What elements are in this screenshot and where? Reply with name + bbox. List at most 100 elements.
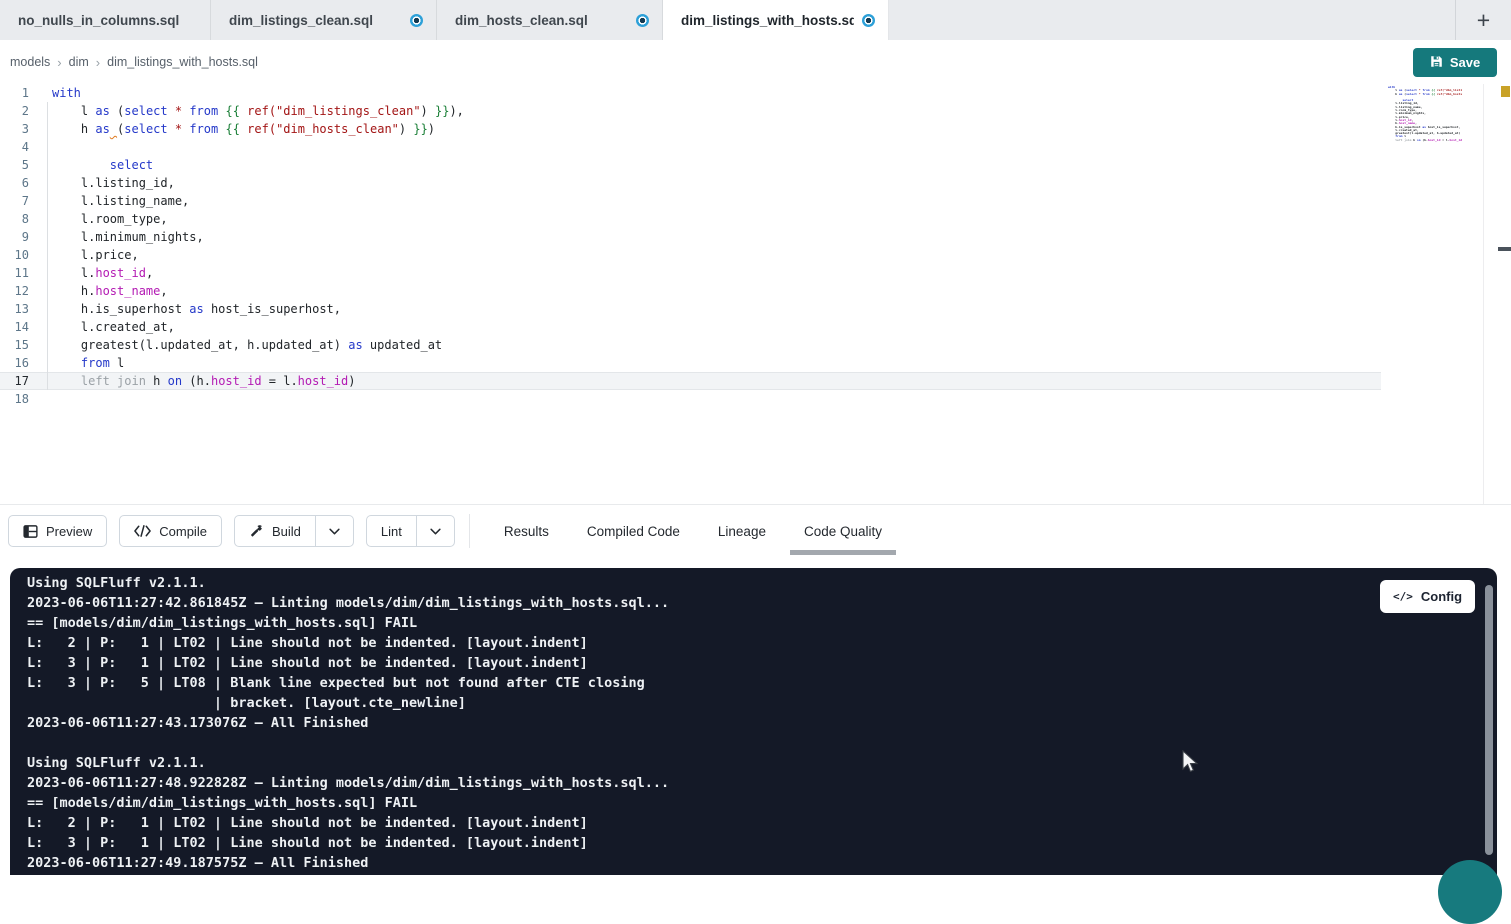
code-line[interactable]: 5 select (0, 156, 1381, 174)
terminal-line: == [models/dim/dim_listings_with_hosts.s… (27, 613, 1367, 633)
terminal-line: | bracket. [layout.cte_newline] (27, 693, 1367, 713)
new-tab-button[interactable]: + (1455, 0, 1511, 40)
code-text: l.created_at, (29, 318, 175, 336)
button-label: Lint (381, 524, 402, 539)
editor-scrollbar-track[interactable] (1483, 84, 1484, 504)
code-line[interactable]: 18 (0, 390, 1381, 408)
result-tabs: Results Compiled Code Lineage Code Quality (502, 505, 918, 557)
code-text (29, 138, 59, 156)
code-line[interactable]: 3 h as (select * from {{ ref("dim_hosts_… (0, 120, 1381, 138)
config-button[interactable]: </> Config (1380, 580, 1475, 613)
toolbar-divider (469, 514, 470, 548)
lint-output-terminal: Using SQLFluff v2.1.1.2023-06-06T11:27:4… (10, 568, 1497, 875)
code-text: left join h on (h.host_id = l.host_id) (1388, 138, 1462, 142)
code-line[interactable]: 17 left join h on (h.host_id = l.host_id… (0, 372, 1381, 390)
editor-tab[interactable]: dim_hosts_clean.sql (437, 0, 663, 40)
tab-lineage[interactable]: Lineage (716, 505, 768, 557)
code-line[interactable]: 2 l as (select * from {{ ref("dim_listin… (0, 102, 1381, 120)
unsaved-changes-icon (862, 14, 875, 27)
terminal-line: 2023-06-06T11:27:42.861845Z — Linting mo… (27, 593, 1367, 613)
preview-button-main[interactable]: Preview (9, 516, 106, 546)
line-number: 11 (0, 264, 29, 282)
button-label: Build (272, 524, 301, 539)
tab-results[interactable]: Results (502, 505, 551, 557)
code-line[interactable]: 13 h.is_superhost as host_is_superhost, (0, 300, 1381, 318)
tab-compiled-code[interactable]: Compiled Code (585, 505, 682, 557)
indent-guide (47, 102, 48, 390)
code-text: l as (select * from {{ ref("dim_listings… (29, 102, 464, 120)
line-number: 10 (0, 246, 29, 264)
save-label: Save (1450, 55, 1480, 70)
terminal-line: 2023-06-06T11:27:48.922828Z — Linting mo… (27, 773, 1367, 793)
code-line[interactable]: 1with (0, 84, 1381, 102)
button-label: Preview (46, 524, 92, 539)
breadcrumb-segment: dim (69, 55, 89, 69)
hammer-icon (249, 524, 264, 539)
line-number: 18 (0, 390, 29, 408)
minimap-line: left join h on (h.host_id = l.host_id) (1388, 139, 1462, 142)
minimap-line: h as (select * from {{ ref("dim_hosts_cl… (1388, 93, 1462, 96)
code-line[interactable]: 14 l.created_at, (0, 318, 1381, 336)
chevron-down-icon (430, 528, 441, 535)
lint-button[interactable]: Lint (366, 515, 455, 547)
code-line[interactable]: 12 h.host_name, (0, 282, 1381, 300)
line-number: 5 (0, 156, 29, 174)
code-icon: </> (1393, 590, 1413, 603)
code-text: l.listing_id, (29, 174, 175, 192)
lint-button-main[interactable]: Lint (367, 516, 416, 546)
terminal-line: L: 3 | P: 5 | LT08 | Blank line expected… (27, 673, 1367, 693)
sql-code-editor[interactable]: 1with2 l as (select * from {{ ref("dim_l… (0, 84, 1511, 504)
line-number: 7 (0, 192, 29, 210)
code-line[interactable]: 8 l.room_type, (0, 210, 1381, 228)
breadcrumb-segment: models (10, 55, 50, 69)
code-text: l.minimum_nights, (29, 228, 204, 246)
line-number: 14 (0, 318, 29, 336)
save-button[interactable]: Save (1413, 48, 1497, 77)
compile-button-main[interactable]: Compile (120, 516, 221, 546)
line-number: 9 (0, 228, 29, 246)
editor-minimap[interactable]: with l as (select * from {{ ref("dim_lis… (1388, 86, 1462, 156)
line-number: 4 (0, 138, 29, 156)
button-label: Compile (159, 524, 207, 539)
line-number: 1 (0, 84, 29, 102)
editor-tab[interactable]: dim_listings_with_hosts.sql (663, 0, 889, 40)
unsaved-changes-icon (636, 14, 649, 27)
terminal-line: L: 2 | P: 1 | LT02 | Line should not be … (27, 813, 1367, 833)
line-number: 2 (0, 102, 29, 120)
code-text (29, 390, 59, 408)
code-line[interactable]: 11 l.host_id, (0, 264, 1381, 282)
code-line[interactable]: 10 l.price, (0, 246, 1381, 264)
tab-code-quality[interactable]: Code Quality (802, 505, 884, 557)
editor-tab[interactable]: no_nulls_in_columns.sql (0, 0, 211, 40)
code-line[interactable]: 6 l.listing_id, (0, 174, 1381, 192)
terminal-line: L: 3 | P: 1 | LT02 | Line should not be … (27, 653, 1367, 673)
help-fab-button[interactable] (1438, 860, 1502, 924)
build-dropdown-button[interactable] (315, 516, 353, 546)
editor-tab[interactable]: dim_listings_clean.sql (211, 0, 437, 40)
breadcrumb-segment: dim_listings_with_hosts.sql (107, 55, 258, 69)
terminal-line: L: 3 | P: 1 | LT02 | Line should not be … (27, 833, 1367, 853)
breadcrumb-bar: models›dim›dim_listings_with_hosts.sql S… (0, 40, 1511, 84)
line-number: 15 (0, 336, 29, 354)
line-number: 3 (0, 120, 29, 138)
code-text: left join h on (h.host_id = l.host_id) (29, 372, 355, 390)
preview-button[interactable]: Preview (8, 515, 107, 547)
code-line[interactable]: 9 l.minimum_nights, (0, 228, 1381, 246)
compile-button[interactable]: Compile (119, 515, 222, 547)
overview-cursor-marker (1498, 247, 1511, 251)
editor-tab-bar: no_nulls_in_columns.sqldim_listings_clea… (0, 0, 1511, 40)
overview-warning-marker (1501, 86, 1510, 97)
line-number: 13 (0, 300, 29, 318)
build-button[interactable]: Build (234, 515, 354, 547)
terminal-scrollbar-thumb[interactable] (1485, 585, 1493, 855)
code-line[interactable]: 4 (0, 138, 1381, 156)
chevron-right-icon: › (57, 55, 61, 70)
minimap-line (1388, 142, 1462, 145)
build-button-main[interactable]: Build (235, 516, 315, 546)
code-line[interactable]: 15 greatest(l.updated_at, h.updated_at) … (0, 336, 1381, 354)
code-line[interactable]: 7 l.listing_name, (0, 192, 1381, 210)
tab-label: dim_hosts_clean.sql (455, 13, 588, 28)
lint-dropdown-button[interactable] (416, 516, 454, 546)
code-line[interactable]: 16 from l (0, 354, 1381, 372)
line-number: 8 (0, 210, 29, 228)
